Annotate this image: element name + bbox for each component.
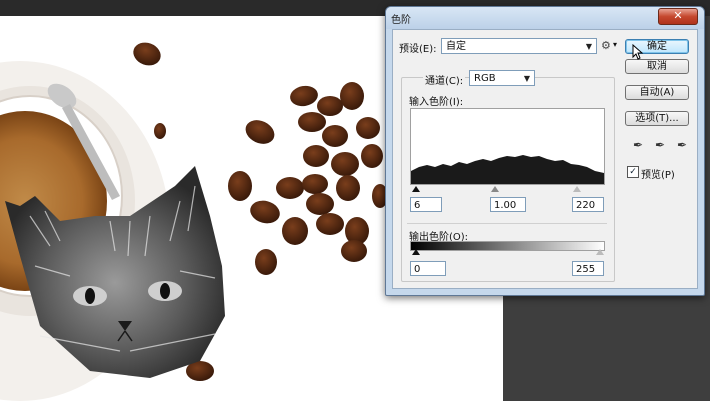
preset-label: 预设(E): [399,44,437,55]
input-black-field[interactable]: 6 [410,197,442,212]
preset-value: 自定 [446,41,466,52]
eyedropper-white-icon[interactable]: ✒ [677,138,687,152]
auto-button[interactable]: 自动(A) [625,85,689,100]
output-gradient-bar [410,241,605,251]
eyedropper-black-icon[interactable]: ✒ [633,138,643,152]
options-button[interactable]: 选项(T)... [625,111,689,126]
preview-label: 预览(P) [641,170,675,181]
output-white-field[interactable]: 255 [572,261,604,276]
gear-icon[interactable]: ⚙ [601,39,611,52]
gear-menu-arrow-icon: ▾ [613,40,618,49]
histogram [410,108,605,185]
output-white-slider[interactable] [596,249,604,255]
dialog-client-area: 预设(E): 自定 ▼ ⚙ ▾ 通道(C): RGB ▼ 输入色阶(I): 6 … [392,29,698,289]
histogram-graph [411,155,604,184]
cancel-button[interactable]: 取消 [625,59,689,74]
levels-dialog: 色阶 ✕ 预设(E): 自定 ▼ ⚙ ▾ 通道(C): RGB ▼ 输入色阶(I… [385,6,705,296]
eyedropper-gray-icon[interactable]: ✒ [655,138,665,152]
input-gamma-slider[interactable] [491,186,499,192]
channel-value: RGB [474,73,496,84]
group-separator [407,223,607,224]
preview-checkbox[interactable]: ✓ [627,166,639,178]
mouse-cursor-icon [632,44,644,60]
preset-select[interactable]: 自定 ▼ [441,38,597,54]
dialog-titlebar[interactable]: 色阶 ✕ [386,7,704,29]
chevron-down-icon: ▼ [523,74,530,83]
output-black-field[interactable]: 0 [410,261,446,276]
output-black-slider[interactable] [412,249,420,255]
close-icon: ✕ [673,9,683,22]
close-button[interactable]: ✕ [658,8,698,25]
channel-label: 通道(C): [423,72,466,87]
input-gamma-field[interactable]: 1.00 [490,197,526,212]
dialog-title: 色阶 [391,15,411,26]
input-white-slider[interactable] [573,186,581,192]
chevron-down-icon: ▼ [585,42,592,51]
input-levels-label: 输入色阶(I): [409,97,464,108]
input-white-field[interactable]: 220 [572,197,604,212]
input-black-slider[interactable] [412,186,420,192]
channel-select[interactable]: RGB ▼ [469,70,535,86]
